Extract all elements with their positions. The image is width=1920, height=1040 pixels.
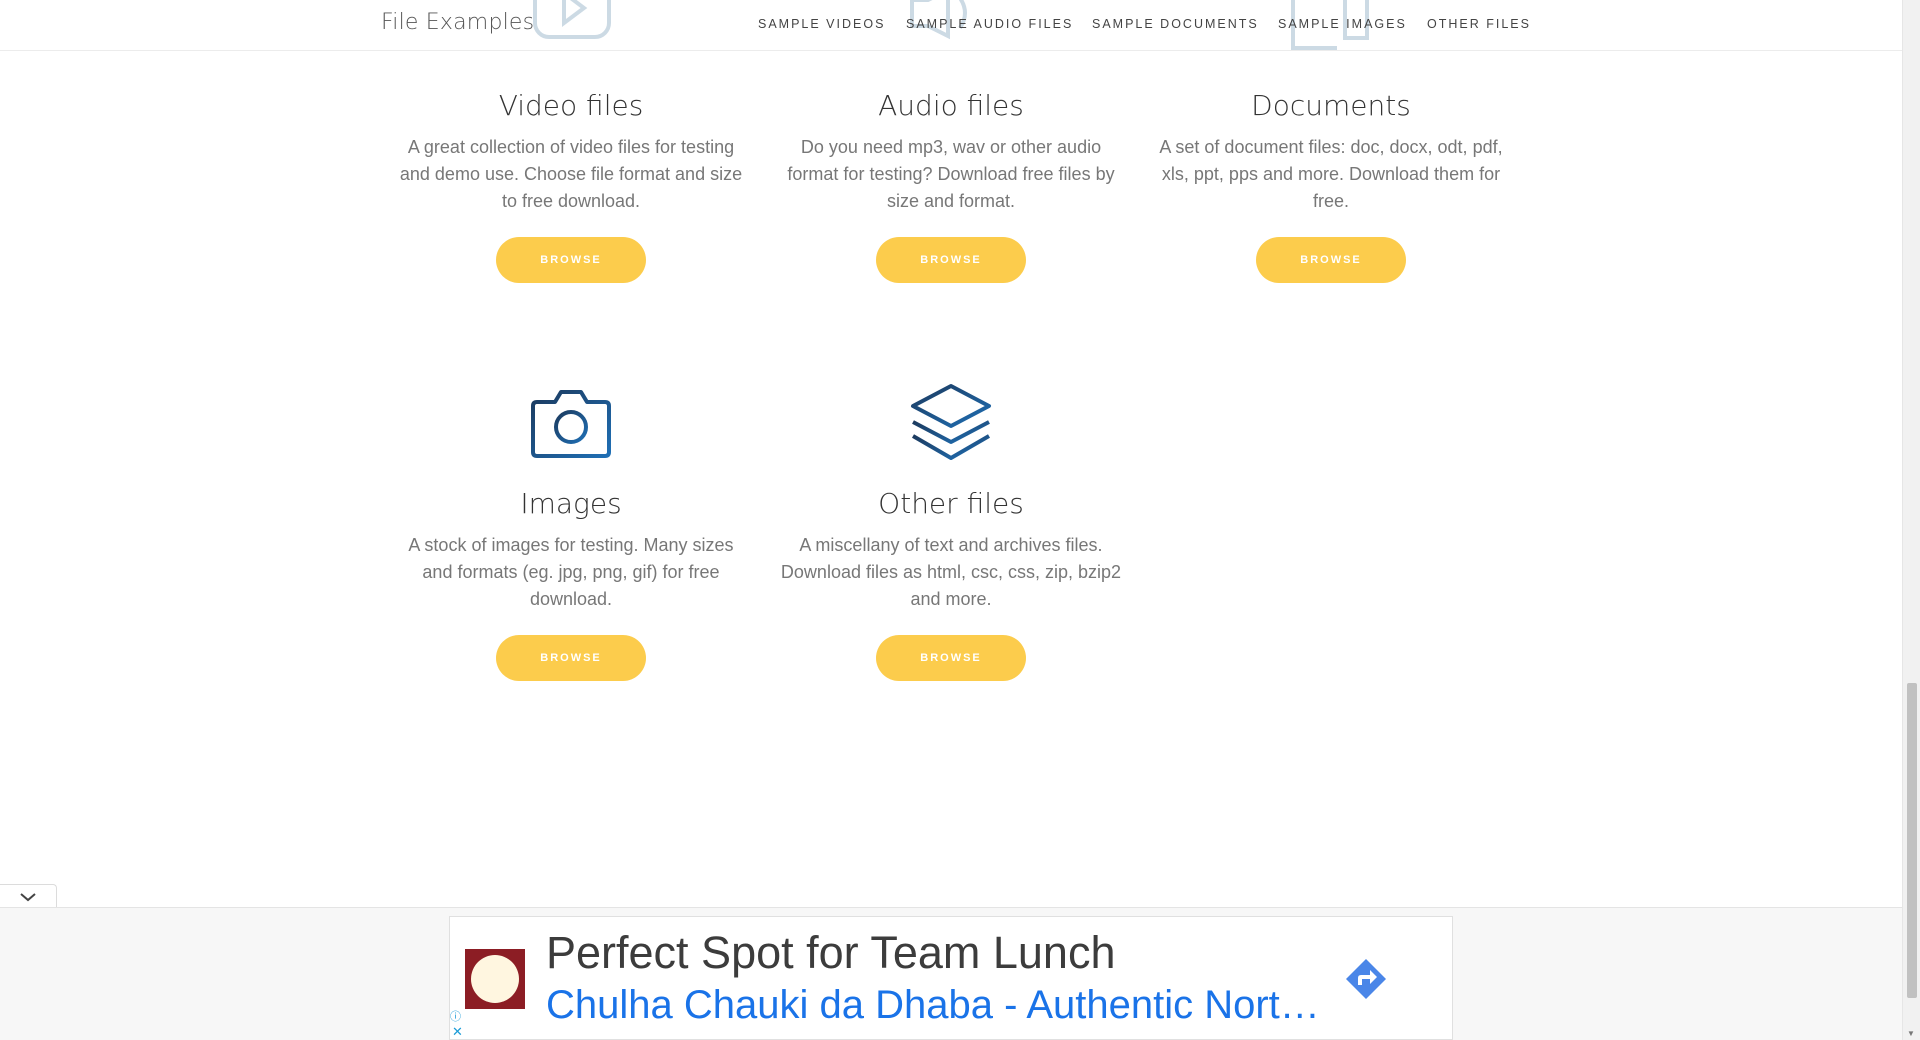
card-title: Audio files bbox=[878, 89, 1024, 122]
site-title[interactable]: File Examples bbox=[381, 10, 534, 35]
scrollbar-thumb[interactable] bbox=[1907, 683, 1917, 998]
ad-collapse-button[interactable] bbox=[0, 884, 57, 908]
play-icon bbox=[533, 0, 611, 39]
card-video-files: Video files A great collection of video … bbox=[391, 86, 751, 283]
card-title: Other files bbox=[878, 487, 1024, 520]
card-description: A stock of images for testing. Many size… bbox=[408, 535, 734, 609]
card-title: Documents bbox=[1251, 89, 1411, 122]
card-title: Video files bbox=[498, 89, 644, 122]
card-description: Do you need mp3, wav or other audio form… bbox=[787, 137, 1115, 211]
ad-logo bbox=[465, 949, 525, 1009]
scroll-down-icon[interactable]: ▼ bbox=[1907, 1029, 1915, 1038]
ad-headline[interactable]: Perfect Spot for Team Lunch bbox=[546, 927, 1116, 979]
card-description: A great collection of video files for te… bbox=[399, 137, 743, 211]
site-header: File Examples SAMPLE VIDEOS SAMPLE AUDIO… bbox=[0, 0, 1902, 51]
nav-sample-documents[interactable]: SAMPLE DOCUMENTS bbox=[1092, 17, 1259, 31]
ad-subline[interactable]: Chulha Chauki da Dhaba - Authentic North… bbox=[546, 983, 1336, 1028]
card-other-files: Other files A miscellany of text and arc… bbox=[771, 380, 1131, 681]
card-title: Images bbox=[520, 487, 622, 520]
browse-documents-button[interactable]: BROWSE bbox=[1256, 237, 1406, 283]
card-description: A miscellany of text and archives files.… bbox=[780, 535, 1122, 609]
directions-icon[interactable] bbox=[1344, 957, 1388, 1001]
browse-other-button[interactable]: BROWSE bbox=[876, 635, 1026, 681]
browse-video-button[interactable]: BROWSE bbox=[496, 237, 646, 283]
chevron-down-icon bbox=[20, 893, 36, 902]
layers-icon bbox=[911, 384, 991, 460]
ad-info-icon[interactable]: ⓘ bbox=[450, 1008, 461, 1024]
nav-other-files[interactable]: OTHER FILES bbox=[1427, 17, 1531, 31]
ad-close-icon[interactable]: ✕ bbox=[452, 1024, 463, 1040]
camera-icon bbox=[531, 390, 611, 458]
card-documents: Documents A set of document files: doc, … bbox=[1151, 86, 1511, 283]
card-description: A set of document files: doc, docx, odt,… bbox=[1159, 137, 1503, 211]
card-audio-files: Audio files Do you need mp3, wav or othe… bbox=[771, 86, 1131, 283]
browse-images-button[interactable]: BROWSE bbox=[496, 635, 646, 681]
nav-sample-videos[interactable]: SAMPLE VIDEOS bbox=[758, 17, 885, 31]
nav-sample-audio-files[interactable]: SAMPLE AUDIO FILES bbox=[906, 17, 1073, 31]
ad-banner[interactable]: Perfect Spot for Team Lunch Chulha Chauk… bbox=[449, 916, 1453, 1040]
card-images: Images A stock of images for testing. Ma… bbox=[391, 380, 751, 681]
browse-audio-button[interactable]: BROWSE bbox=[876, 237, 1026, 283]
nav-sample-images[interactable]: SAMPLE IMAGES bbox=[1278, 17, 1407, 31]
page-scrollbar[interactable]: ▼ bbox=[1902, 0, 1920, 1040]
